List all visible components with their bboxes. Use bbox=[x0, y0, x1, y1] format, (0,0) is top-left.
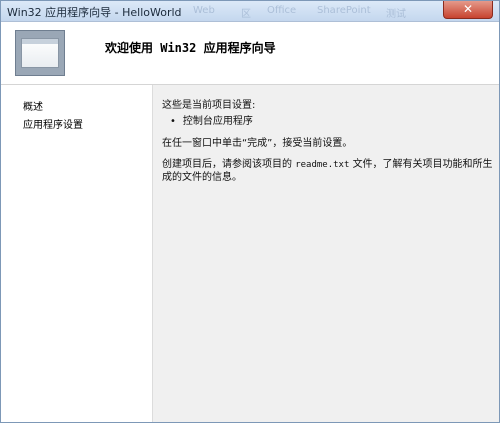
background-tab-sharepoint: SharePoint bbox=[317, 5, 371, 16]
settings-heading: 这些是当前项目设置: bbox=[162, 100, 256, 111]
wizard-content-panel: 这些是当前项目设置: 控制台应用程序 在任一窗口中单击“完成”，接受当前设置。 … bbox=[153, 85, 499, 422]
background-tab-2: 区 bbox=[241, 9, 251, 20]
wizard-window: Win32 应用程序向导 - HelloWorld Web 区 Office S… bbox=[0, 0, 500, 423]
wizard-header: 欢迎使用 Win32 应用程序向导 bbox=[1, 22, 499, 85]
nav-item-overview[interactable]: 概述 bbox=[23, 98, 43, 113]
background-tab-web: Web bbox=[193, 5, 215, 16]
readme-note-line2: 成的文件的信息。 bbox=[162, 172, 242, 183]
window-title: Win32 应用程序向导 - HelloWorld bbox=[7, 6, 182, 19]
readme-filename: readme.txt bbox=[295, 160, 350, 170]
wizard-heading: 欢迎使用 Win32 应用程序向导 bbox=[105, 41, 276, 55]
background-tab-office: Office bbox=[267, 5, 297, 16]
wizard-window-icon bbox=[15, 30, 65, 76]
settings-list-item: 控制台应用程序 bbox=[170, 112, 253, 127]
close-button[interactable]: ✕ bbox=[443, 1, 493, 19]
nav-item-application-settings[interactable]: 应用程序设置 bbox=[23, 116, 83, 131]
close-icon: ✕ bbox=[462, 2, 474, 16]
wizard-nav: 概述 应用程序设置 bbox=[1, 85, 153, 422]
background-tab-test: 测试 bbox=[386, 9, 406, 20]
finish-hint: 在任一窗口中单击“完成”，接受当前设置。 bbox=[162, 138, 353, 149]
readme-suffix: 文件，了解有关项目功能和所生 bbox=[352, 159, 493, 170]
title-bar[interactable]: Win32 应用程序向导 - HelloWorld Web 区 Office S… bbox=[1, 1, 499, 22]
